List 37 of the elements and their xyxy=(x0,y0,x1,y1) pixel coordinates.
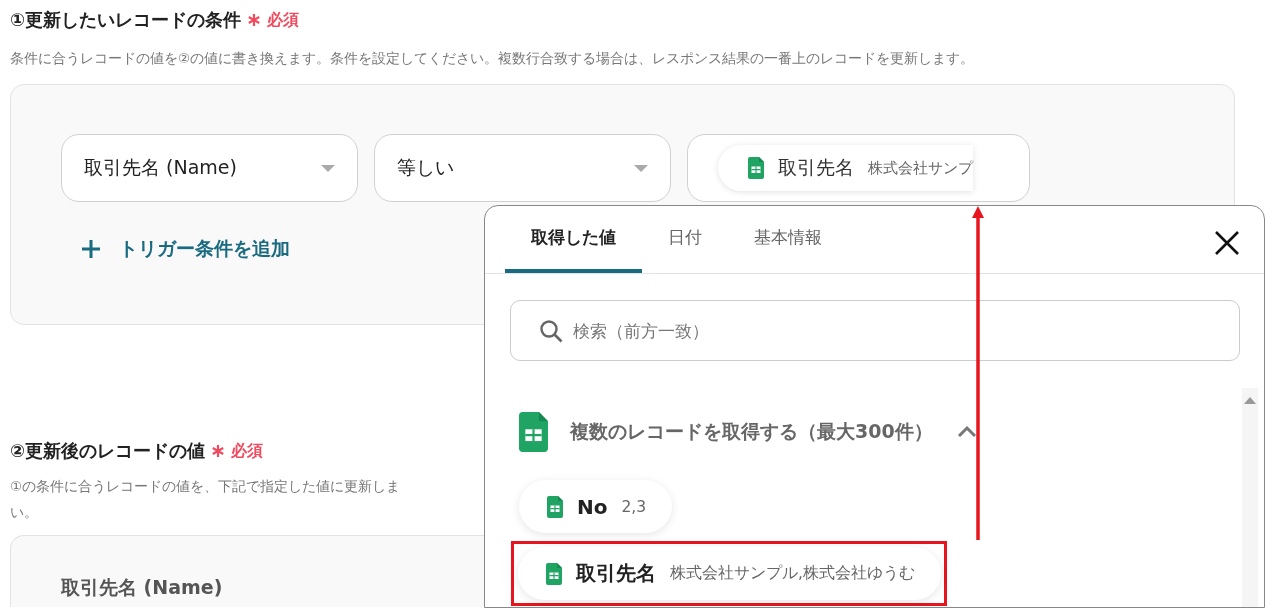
close-button[interactable] xyxy=(1214,230,1240,256)
spreadsheet-icon xyxy=(546,562,562,585)
tab[interactable]: 基本情報 xyxy=(728,226,848,273)
group-title: 複数のレコードを取得する（最大300件） xyxy=(570,419,933,444)
field-label: 取引先名 (Name) xyxy=(61,576,223,598)
asterisk-icon xyxy=(211,444,226,458)
value-chip[interactable]: 取引先名 株式会社サンプ xyxy=(718,145,973,191)
dropdown-caret-icon xyxy=(321,164,335,172)
required-label: 必須 xyxy=(267,9,300,31)
close-icon xyxy=(1214,230,1240,256)
section-description: 条件に合うレコードの値を②の値に書き換えます。条件を設定してください。複数行合致する場合は、レスポンス結果の一番上のレコードを更新します。 xyxy=(10,50,976,68)
dropdown-caret-icon xyxy=(634,164,648,172)
scroll-up-icon xyxy=(1244,396,1256,404)
spreadsheet-icon xyxy=(519,412,548,452)
section-description: ①の条件に合うレコードの値を、下記で指定した値に更新しま xyxy=(10,477,401,496)
required-label: 必須 xyxy=(231,440,264,462)
section-title: ①更新したいレコードの条件 xyxy=(10,8,242,32)
search-input[interactable]: 検索（前方一致） xyxy=(571,319,1239,342)
collapse-button[interactable] xyxy=(956,425,977,439)
asterisk-icon xyxy=(247,13,262,27)
operator-dropdown[interactable]: 等しい xyxy=(374,134,671,202)
field-dropdown[interactable]: 取引先名 (Name) xyxy=(61,134,358,202)
chevron-up-icon xyxy=(956,425,977,437)
value-item[interactable]: 取引先名 株式会社サンプル,株式会社ゆうむ xyxy=(518,547,941,600)
value-field[interactable]: 取引先名 株式会社サンプ xyxy=(687,134,1030,202)
tab[interactable]: 日付 xyxy=(642,226,728,273)
search-icon xyxy=(539,318,563,343)
spreadsheet-icon xyxy=(748,157,764,179)
value-item[interactable]: No 2,3 xyxy=(519,480,673,533)
section-title: ②更新後のレコードの値 xyxy=(10,439,206,463)
tab[interactable]: 取得した値 xyxy=(505,226,642,273)
scrollbar[interactable] xyxy=(1242,388,1258,607)
add-condition-button[interactable]: トリガー条件を追加 xyxy=(81,236,290,262)
section-description: い。 xyxy=(10,503,38,522)
spreadsheet-icon xyxy=(547,495,563,518)
plus-icon xyxy=(81,239,101,259)
search-field[interactable]: 検索（前方一致） xyxy=(510,300,1240,361)
